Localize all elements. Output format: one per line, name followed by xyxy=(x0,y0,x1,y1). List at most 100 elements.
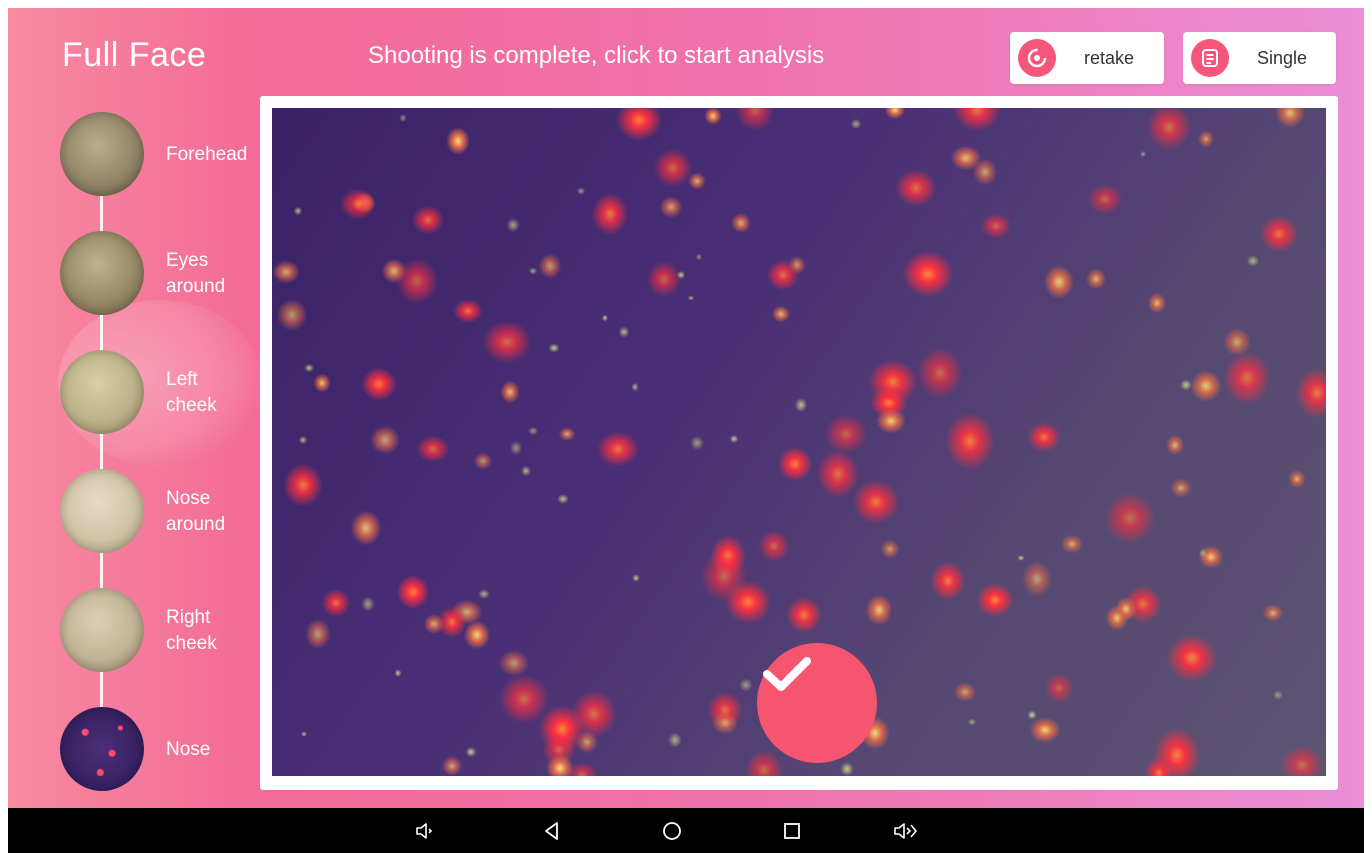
skin-spot xyxy=(616,108,662,141)
skin-preview-image xyxy=(272,108,1326,776)
skin-spot xyxy=(1027,422,1061,452)
skin-spot xyxy=(647,261,681,297)
skin-spot xyxy=(852,479,900,525)
skin-spot xyxy=(704,108,722,125)
skin-spot xyxy=(283,463,323,507)
skin-spot xyxy=(527,426,539,436)
skin-spot xyxy=(509,440,523,456)
sidebar-item-eyes-around[interactable]: Eyes around xyxy=(60,231,260,317)
skin-spot xyxy=(631,382,639,392)
skin-spot xyxy=(506,218,520,232)
skin-spot xyxy=(303,363,315,373)
skin-spot xyxy=(473,452,493,470)
skin-spot xyxy=(1274,108,1306,128)
sidebar-item-nose-around[interactable]: Nose around xyxy=(60,469,260,555)
volume-up-icon[interactable] xyxy=(892,819,920,843)
skin-spot xyxy=(1288,469,1306,489)
skin-spot xyxy=(1223,328,1251,356)
skin-spot xyxy=(1170,478,1192,498)
skin-spot xyxy=(735,108,775,131)
home-icon[interactable] xyxy=(660,819,684,843)
skin-spot xyxy=(711,711,739,735)
start-analysis-button[interactable] xyxy=(757,643,877,763)
skin-spot xyxy=(690,435,704,451)
skin-spot xyxy=(293,206,303,216)
skin-spot xyxy=(1280,745,1324,776)
document-icon xyxy=(1191,39,1229,77)
skin-spot xyxy=(953,682,977,702)
skin-spot xyxy=(950,145,982,171)
skin-spot xyxy=(1086,268,1106,290)
skin-spot xyxy=(739,678,753,692)
skin-spot xyxy=(557,494,569,504)
status-message: Shooting is complete, click to start ana… xyxy=(368,42,825,69)
skin-spot xyxy=(548,343,560,353)
skin-spot xyxy=(298,435,308,445)
skin-spot xyxy=(591,192,629,236)
skin-spot xyxy=(498,674,550,724)
skin-spot xyxy=(394,669,402,677)
back-icon[interactable] xyxy=(540,819,564,843)
skin-spot xyxy=(305,618,331,650)
recents-icon[interactable] xyxy=(780,819,804,843)
skin-spot xyxy=(1146,108,1192,151)
skin-spot xyxy=(576,187,586,195)
skin-spot xyxy=(771,305,791,323)
skin-spot xyxy=(1198,548,1208,558)
sidebar-item-forehead[interactable]: Forehead xyxy=(60,112,260,198)
page-title: Full Face xyxy=(62,36,207,74)
skin-spot xyxy=(817,449,859,499)
skin-spot xyxy=(1190,370,1222,402)
skin-spot xyxy=(930,561,966,601)
skin-spot xyxy=(482,320,532,364)
skin-spot xyxy=(1262,604,1284,622)
skin-spot xyxy=(272,260,300,284)
sidebar-item-right-cheek[interactable]: Right cheek xyxy=(60,588,260,674)
skin-spot xyxy=(1295,368,1326,418)
skin-spot xyxy=(361,367,397,401)
skin-spot xyxy=(895,169,937,207)
skin-spot xyxy=(300,731,308,737)
nose-thumbnail xyxy=(60,707,144,791)
skin-spot xyxy=(653,148,693,188)
skin-spot xyxy=(659,196,683,218)
skin-spot xyxy=(1105,605,1129,631)
skin-spot xyxy=(980,213,1012,239)
skin-spot xyxy=(618,326,630,338)
retake-label: retake xyxy=(1084,47,1135,68)
skin-spot xyxy=(453,299,483,323)
skin-spot xyxy=(416,435,450,463)
retake-button[interactable]: retake xyxy=(1010,32,1164,84)
skin-spot xyxy=(840,762,854,776)
single-button[interactable]: Single xyxy=(1183,32,1336,84)
skin-spot xyxy=(395,258,439,304)
skin-spot xyxy=(558,427,576,441)
skin-spot xyxy=(700,550,748,602)
skin-spot xyxy=(632,574,640,582)
skin-spot xyxy=(441,756,463,776)
skin-spot xyxy=(446,127,470,155)
skin-spot xyxy=(399,113,407,123)
sidebar-item-nose[interactable]: Nose xyxy=(60,707,260,793)
skin-spot xyxy=(478,589,490,599)
skin-spot xyxy=(396,574,430,610)
skin-spot xyxy=(794,397,808,413)
skin-spot xyxy=(1139,150,1147,158)
skin-spot xyxy=(528,267,538,275)
skin-spot xyxy=(1022,561,1052,597)
skin-spot xyxy=(668,732,682,748)
skin-spot xyxy=(945,412,995,470)
skin-spot xyxy=(339,188,377,220)
skin-spot xyxy=(824,414,868,454)
sidebar-item-left-cheek[interactable]: Left cheek xyxy=(60,350,260,436)
skin-spot xyxy=(499,650,529,676)
left-cheek-thumbnail xyxy=(60,350,144,434)
eyes-around-thumbnail xyxy=(60,231,144,315)
single-label: Single xyxy=(1257,47,1308,68)
skin-spot xyxy=(745,750,783,776)
skin-spot xyxy=(1087,183,1123,215)
skin-spot xyxy=(538,253,562,279)
skin-spot xyxy=(1104,491,1156,545)
volume-down-icon[interactable] xyxy=(414,819,438,843)
skin-spot xyxy=(412,205,444,235)
